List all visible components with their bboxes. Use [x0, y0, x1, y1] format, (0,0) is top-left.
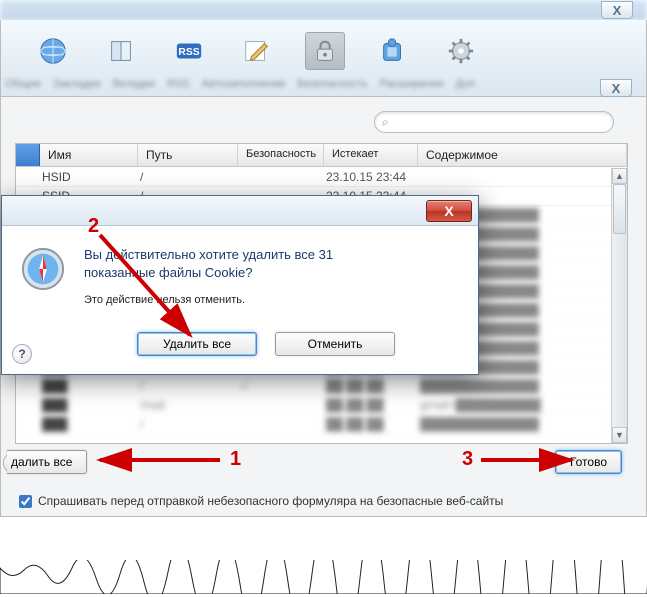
toolbar-security[interactable]	[305, 32, 345, 70]
rss-icon: RSS	[173, 35, 205, 67]
dialog-remove-all-button[interactable]: Удалить все	[137, 332, 257, 356]
close-icon: X	[444, 203, 453, 219]
cell-name: HSID	[42, 170, 140, 184]
column-expires[interactable]: Истекает	[324, 144, 418, 166]
confirm-dialog: X Вы действительно хотите удалить все 31…	[1, 195, 479, 375]
column-security[interactable]: Безопасность	[238, 144, 324, 166]
search-wrap: ⌕	[374, 111, 614, 133]
dialog-subtext: Это действие нельзя отменить.	[84, 293, 333, 308]
globe-icon	[37, 35, 69, 67]
scroll-thumb[interactable]	[613, 184, 626, 234]
safari-icon	[20, 246, 66, 295]
toolbar-bookmarks[interactable]	[101, 35, 141, 67]
close-icon: X	[613, 3, 622, 18]
toolbar-autofill[interactable]	[237, 35, 277, 67]
book-icon	[105, 35, 137, 67]
search-icon: ⌕	[382, 115, 389, 130]
dialog-text-line2: показанные файлы Cookie?	[84, 264, 333, 282]
window-close-button[interactable]: X	[601, 1, 633, 19]
cell-path: /	[140, 170, 240, 184]
table-row[interactable]: ███/mail██.██.██gmail=██████████	[16, 396, 611, 415]
toolbar-rss[interactable]: RSS	[169, 35, 209, 67]
scroll-down-icon[interactable]: ▼	[612, 427, 627, 443]
dialog-close-button[interactable]: X	[426, 200, 472, 222]
cell-content	[420, 170, 611, 184]
panel-close-button[interactable]: X	[600, 79, 632, 97]
cell-security	[240, 170, 326, 184]
puzzle-icon	[377, 35, 409, 67]
gear-icon	[445, 35, 477, 67]
lock-icon	[309, 35, 341, 67]
preferences-toolbar: RSS ОбщиеЗакладкиВкладкиRSSАвтозаполнени…	[0, 20, 647, 97]
dialog-cancel-button[interactable]: Отменить	[275, 332, 395, 356]
toolbar-general[interactable]	[33, 35, 73, 67]
column-selector[interactable]	[16, 144, 40, 166]
toolbar-advanced[interactable]	[441, 35, 481, 67]
toolbar-labels-blurred: ОбщиеЗакладкиВкладкиRSSАвтозаполнениеБез…	[1, 76, 646, 96]
dialog-help-button[interactable]: ?	[12, 344, 32, 364]
close-icon: X	[612, 81, 621, 96]
done-button[interactable]: Готово	[555, 450, 622, 474]
column-content[interactable]: Содержимое	[418, 144, 627, 166]
scroll-up-icon[interactable]: ▲	[612, 168, 627, 184]
insecure-form-warning-checkbox[interactable]	[19, 495, 32, 508]
cell-expires: 23.10.15 23:44	[326, 170, 420, 184]
column-name[interactable]: Имя	[40, 144, 138, 166]
table-row[interactable]: ███/██.██.████████████████	[16, 415, 611, 434]
dialog-titlebar[interactable]: X	[2, 196, 478, 226]
dialog-message: Вы действительно хотите удалить все 31 п…	[84, 246, 333, 308]
question-icon: ?	[18, 347, 25, 361]
svg-text:RSS: RSS	[178, 47, 199, 58]
scroll-track[interactable]	[612, 184, 627, 427]
dialog-text-line1: Вы действительно хотите удалить все 31	[84, 246, 333, 264]
table-row[interactable]: ███/✓██.██.████████████████	[16, 377, 611, 396]
column-path[interactable]: Путь	[138, 144, 238, 166]
vertical-scrollbar[interactable]: ▲ ▼	[611, 168, 627, 443]
checkbox-label: Спрашивать перед отправкой небезопасного…	[38, 494, 503, 508]
insecure-form-warning-option[interactable]: Спрашивать перед отправкой небезопасного…	[19, 494, 503, 508]
table-header: Имя Путь Безопасность Истекает Содержимо…	[16, 144, 627, 167]
delete-all-button[interactable]: далить все	[7, 450, 87, 474]
search-input[interactable]	[374, 111, 614, 133]
toolbar-extensions[interactable]	[373, 35, 413, 67]
table-row[interactable]: HSID / 23.10.15 23:44	[16, 168, 611, 187]
pencil-icon	[241, 35, 273, 67]
torn-edge	[0, 560, 647, 594]
